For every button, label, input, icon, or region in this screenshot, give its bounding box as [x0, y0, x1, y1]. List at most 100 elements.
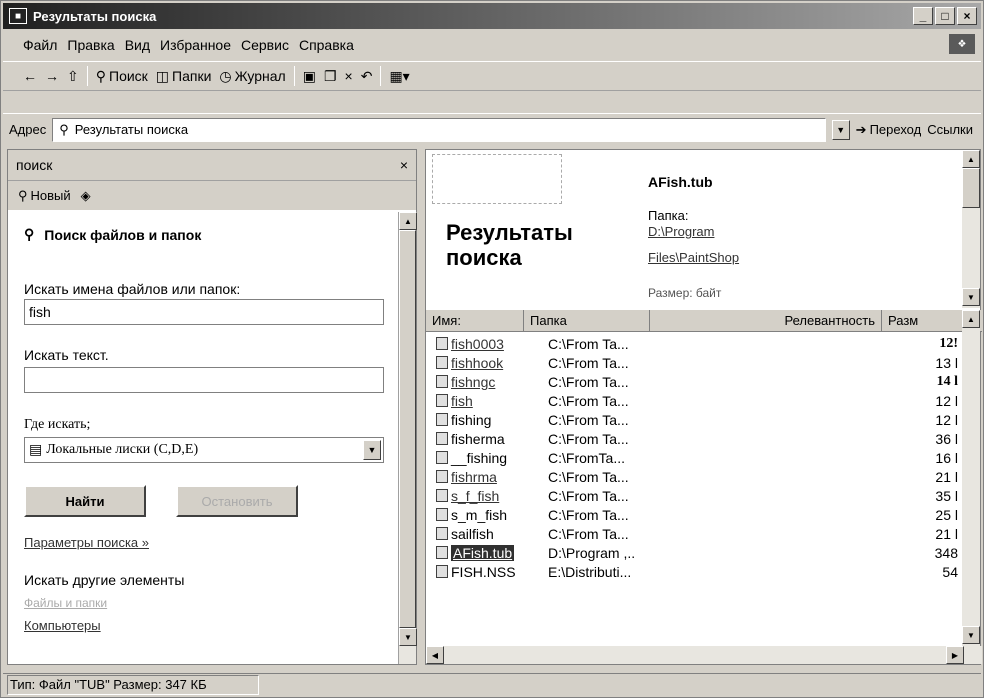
copy-to-button[interactable]: ❐: [324, 68, 337, 85]
go-button[interactable]: ➔ Переход: [856, 122, 922, 138]
new-search-label: Новый: [30, 188, 71, 203]
close-button[interactable]: ×: [957, 7, 977, 25]
address-input[interactable]: ⚲ Результаты поиска: [52, 117, 826, 142]
views-button[interactable]: ▦▾: [389, 68, 409, 85]
history-button-label: Журнал: [234, 68, 286, 84]
new-search-button[interactable]: ⚲ Новый: [18, 188, 71, 204]
files-folders-link[interactable]: Файлы и папки: [24, 596, 384, 610]
scroll-track: [962, 208, 980, 288]
close-search-pane-icon[interactable]: ×: [400, 157, 408, 173]
where-select[interactable]: ▤ Локальные лиски (C,D,E) ▼: [24, 437, 384, 463]
delete-button[interactable]: ×: [345, 68, 353, 84]
preview-scrollbar[interactable]: ▲ ▼: [962, 150, 980, 308]
list-item[interactable]: fishhook C:\From Ta... 13 l: [426, 353, 962, 372]
computers-link[interactable]: Компьютеры: [24, 618, 384, 633]
up-folder-button[interactable]: ⇧: [67, 68, 79, 85]
windows-logo-icon: ❖: [949, 34, 975, 54]
list-item[interactable]: s_m_fish C:\From Ta... 25 l: [426, 505, 962, 524]
search-icon: ⚲: [95, 67, 106, 84]
list-item[interactable]: sailfish C:\From Ta... 21 l: [426, 524, 962, 543]
forward-button[interactable]: →: [45, 68, 59, 84]
scroll-up-icon[interactable]: ▲: [962, 150, 980, 168]
menu-tools[interactable]: Сервис: [241, 37, 289, 53]
delete-icon: ×: [344, 68, 353, 84]
stop-button[interactable]: Остановить: [176, 485, 298, 517]
preview-size-label: Размер: байт: [648, 286, 722, 300]
file-size: 12 l: [935, 392, 958, 409]
preview-thumbnail: [432, 154, 562, 204]
list-item[interactable]: fishngc C:\From Ta... 14 l: [426, 372, 962, 391]
list-item[interactable]: s_f_fish C:\From Ta... 35 l: [426, 486, 962, 505]
search-form: ⚲ Поиск файлов и папок Искать имена файл…: [8, 212, 400, 664]
col-relevance[interactable]: Релевантность: [650, 310, 882, 331]
list-item[interactable]: fishrma C:\From Ta... 21 l: [426, 467, 962, 486]
file-folder: C:\From Ta...: [548, 487, 629, 504]
scroll-down-icon[interactable]: ▼: [399, 628, 417, 646]
address-dropdown[interactable]: ▼: [831, 119, 850, 140]
menu-edit[interactable]: Правка: [67, 37, 114, 53]
menu-favorites[interactable]: Избранное: [160, 37, 231, 53]
text-input[interactable]: [24, 367, 384, 393]
list-item[interactable]: fisherma C:\From Ta... 36 l: [426, 429, 962, 448]
preview-folder-link-1[interactable]: D:\Program: [648, 224, 714, 239]
menu-file[interactable]: Файл: [23, 37, 57, 53]
list-item[interactable]: fish C:\From Ta... 12 l: [426, 391, 962, 410]
results-header: Имя: Папка Релевантность Разм: [426, 310, 982, 332]
chevron-down-icon[interactable]: ▼: [363, 440, 381, 460]
minimize-button[interactable]: _: [913, 7, 933, 25]
scroll-right-icon[interactable]: ▶: [946, 646, 964, 664]
scroll-thumb[interactable]: [399, 230, 416, 628]
folders-button[interactable]: ◫ Папки: [156, 68, 212, 85]
results-list: fish0003 C:\From Ta... 12! fishhook C:\From…: [426, 334, 962, 634]
list-item[interactable]: FISH.NSS E:\Distributi... 54: [426, 562, 962, 581]
scroll-left-icon[interactable]: ◀: [426, 646, 444, 664]
move-to-button[interactable]: ▣: [303, 68, 316, 85]
file-folder: C:\From Ta...: [548, 525, 629, 542]
file-size: 25 l: [935, 506, 958, 523]
names-label: Искать имена файлов или папок:: [24, 281, 241, 297]
names-input[interactable]: fish: [24, 299, 384, 325]
results-hscrollbar[interactable]: ◀ ▶: [426, 646, 982, 664]
links-button[interactable]: Ссылки: [927, 122, 981, 137]
scroll-up-icon[interactable]: ▲: [399, 212, 417, 230]
preview-folder-label: Папка:: [648, 208, 689, 223]
file-folder: C:\From Ta...: [548, 430, 629, 447]
list-item[interactable]: fish0003 C:\From Ta... 12!: [426, 334, 962, 353]
maximize-button[interactable]: □: [935, 7, 955, 25]
find-button[interactable]: Найти: [24, 485, 146, 517]
scroll-down-icon[interactable]: ▼: [962, 626, 980, 644]
search-pane-title: поиск: [16, 157, 53, 173]
col-name[interactable]: Имя:: [426, 310, 524, 331]
list-item-selected[interactable]: AFish.tub D:\Program ,.. 348: [426, 543, 962, 562]
menu-view[interactable]: Вид: [125, 37, 150, 53]
file-icon: [436, 356, 448, 369]
search-buttons: Найти Остановить: [24, 485, 384, 517]
file-name: fish: [451, 392, 473, 409]
search-options-icon[interactable]: ◈: [81, 188, 91, 204]
back-button[interactable]: ←: [23, 68, 37, 84]
scroll-up-icon[interactable]: ▲: [962, 310, 980, 328]
file-size: 54: [942, 563, 958, 580]
file-name: s_f_fish: [451, 487, 500, 504]
list-item[interactable]: fishing C:\From Ta... 12 l: [426, 410, 962, 429]
list-item[interactable]: __fishing C:\FromTa... 16 l: [426, 448, 962, 467]
status-bar: Тип: Файл "TUB" Размер: 347 КБ: [3, 673, 981, 695]
find-files-icon: ⚲: [24, 226, 35, 242]
file-icon: [436, 546, 448, 559]
history-button[interactable]: ◷ Журнал: [219, 68, 285, 85]
results-scrollbar[interactable]: ▲ ▼: [962, 310, 980, 648]
undo-button[interactable]: ↶: [361, 68, 373, 85]
search-pane-scrollbar[interactable]: ▲ ▼: [398, 212, 417, 664]
search-params-link[interactable]: Параметры поиска »: [24, 535, 384, 550]
search-button[interactable]: ⚲ Поиск: [96, 68, 148, 85]
menu-help[interactable]: Справка: [299, 37, 354, 53]
preview-folder-link-2[interactable]: Files\PaintShop: [648, 250, 739, 265]
scroll-down-icon[interactable]: ▼: [962, 288, 980, 306]
scroll-thumb[interactable]: [962, 168, 980, 208]
col-folder[interactable]: Папка: [524, 310, 650, 331]
col-size[interactable]: Разм: [882, 310, 964, 331]
